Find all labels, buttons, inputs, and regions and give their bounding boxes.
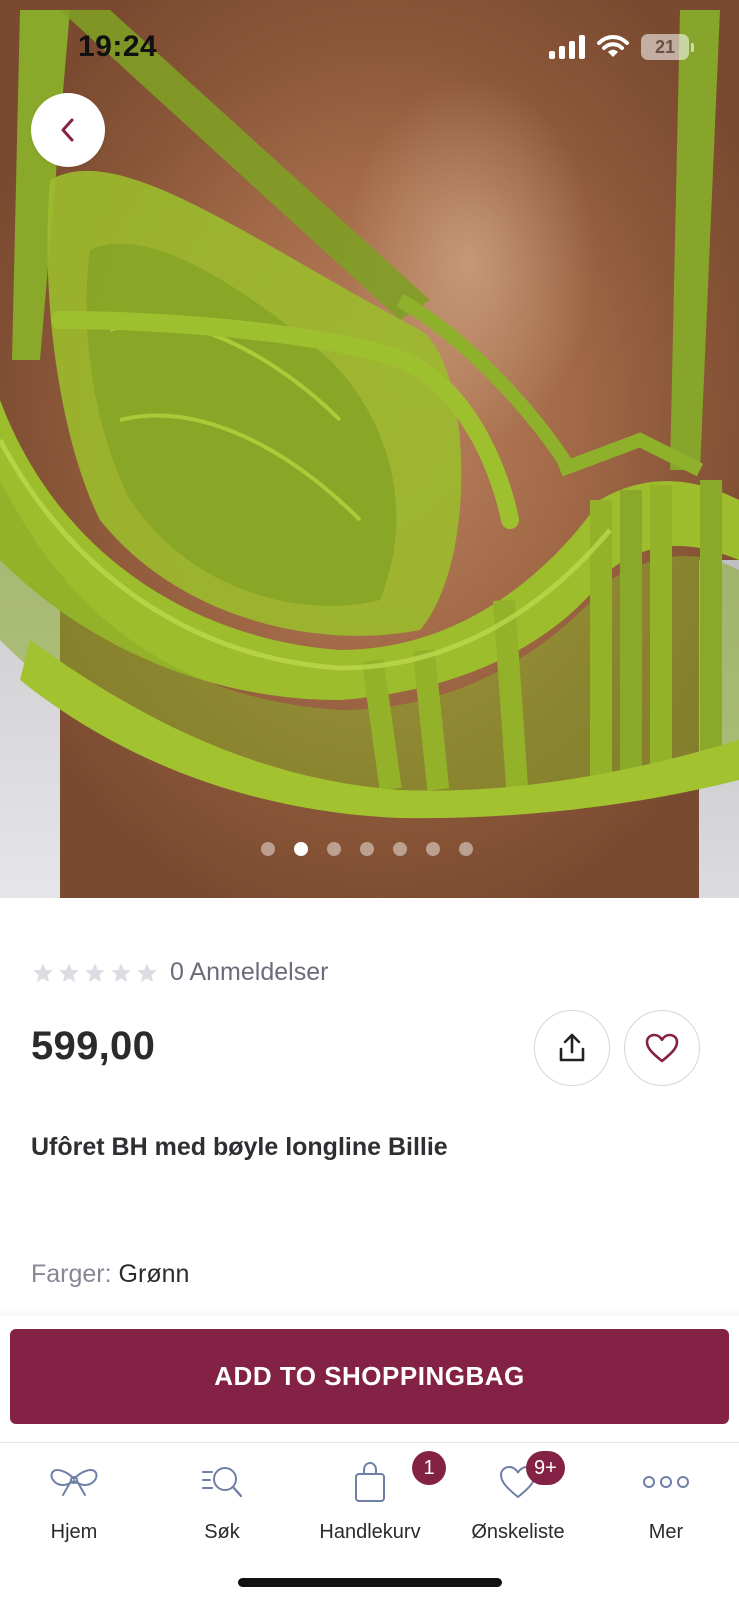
battery-icon: 21: [641, 34, 694, 60]
star-icon: [59, 962, 79, 982]
rating-row[interactable]: 0 Anmeldelser: [32, 958, 328, 987]
search-icon: [202, 1467, 243, 1498]
share-icon: [559, 1033, 585, 1062]
shopping-bag-icon: [355, 1461, 385, 1502]
heart-icon: [645, 1033, 679, 1063]
colors-label: Farger:: [31, 1260, 112, 1288]
tab-cart[interactable]: 1 Handlekurv: [296, 1451, 446, 1544]
pager-dot[interactable]: [293, 842, 308, 856]
product-price: 599,00: [31, 1024, 156, 1068]
more-dots-icon: [643, 1476, 689, 1488]
product-image[interactable]: 19:24 21: [0, 0, 739, 898]
cart-count-badge: 1: [412, 1451, 446, 1485]
pager-dot[interactable]: [425, 842, 440, 856]
color-selector[interactable]: Farger: Grønn: [31, 1260, 189, 1289]
product-name: Ufôret BH med bøyle longline Billie: [31, 1133, 448, 1161]
wishlist-count-badge: 9+: [526, 1451, 565, 1485]
pager-dot[interactable]: [458, 842, 473, 856]
selected-color: Grønn: [118, 1260, 190, 1288]
reviews-count[interactable]: 0 Anmeldelser: [170, 958, 328, 987]
back-button[interactable]: [31, 93, 105, 167]
star-icon: [85, 962, 105, 982]
tab-label: Ønskeliste: [471, 1521, 565, 1543]
tab-label: Handlekurv: [319, 1521, 421, 1543]
star-icon: [111, 962, 131, 982]
bottom-tab-bar: Hjem Søk 1 Handlekurv 9+ Ønskeliste Mer: [0, 1442, 739, 1600]
home-indicator: [238, 1578, 502, 1587]
tab-more[interactable]: Mer: [592, 1453, 739, 1544]
pager-dot[interactable]: [326, 842, 341, 856]
star-icon: [137, 962, 157, 982]
tab-home[interactable]: Hjem: [0, 1453, 148, 1544]
tab-search[interactable]: Søk: [148, 1453, 296, 1544]
tab-wishlist[interactable]: 9+ Ønskeliste: [444, 1451, 592, 1544]
add-to-bag-button[interactable]: ADD TO SHOPPINGBAG: [10, 1329, 729, 1424]
wifi-icon: [597, 35, 629, 57]
rating-stars: [32, 962, 158, 984]
cellular-signal-icon: [549, 35, 585, 59]
section-divider: [0, 1306, 739, 1316]
chevron-left-icon: [61, 118, 74, 142]
bow-icon: [50, 1469, 98, 1496]
pager-dot[interactable]: [359, 842, 374, 856]
status-icons: 21: [549, 34, 694, 60]
status-bar: 19:24 21: [0, 0, 739, 90]
status-time: 19:24: [78, 30, 158, 63]
tab-label: Søk: [204, 1521, 240, 1543]
tab-label: Mer: [648, 1521, 684, 1543]
tab-label: Hjem: [50, 1521, 98, 1543]
star-icon: [33, 962, 53, 982]
share-button[interactable]: [534, 1010, 610, 1086]
add-to-wishlist-button[interactable]: [624, 1010, 700, 1086]
pager-dot[interactable]: [260, 842, 275, 856]
gallery-pager[interactable]: [0, 842, 739, 856]
pager-dot[interactable]: [392, 842, 407, 856]
bra-illustration: [0, 10, 739, 819]
